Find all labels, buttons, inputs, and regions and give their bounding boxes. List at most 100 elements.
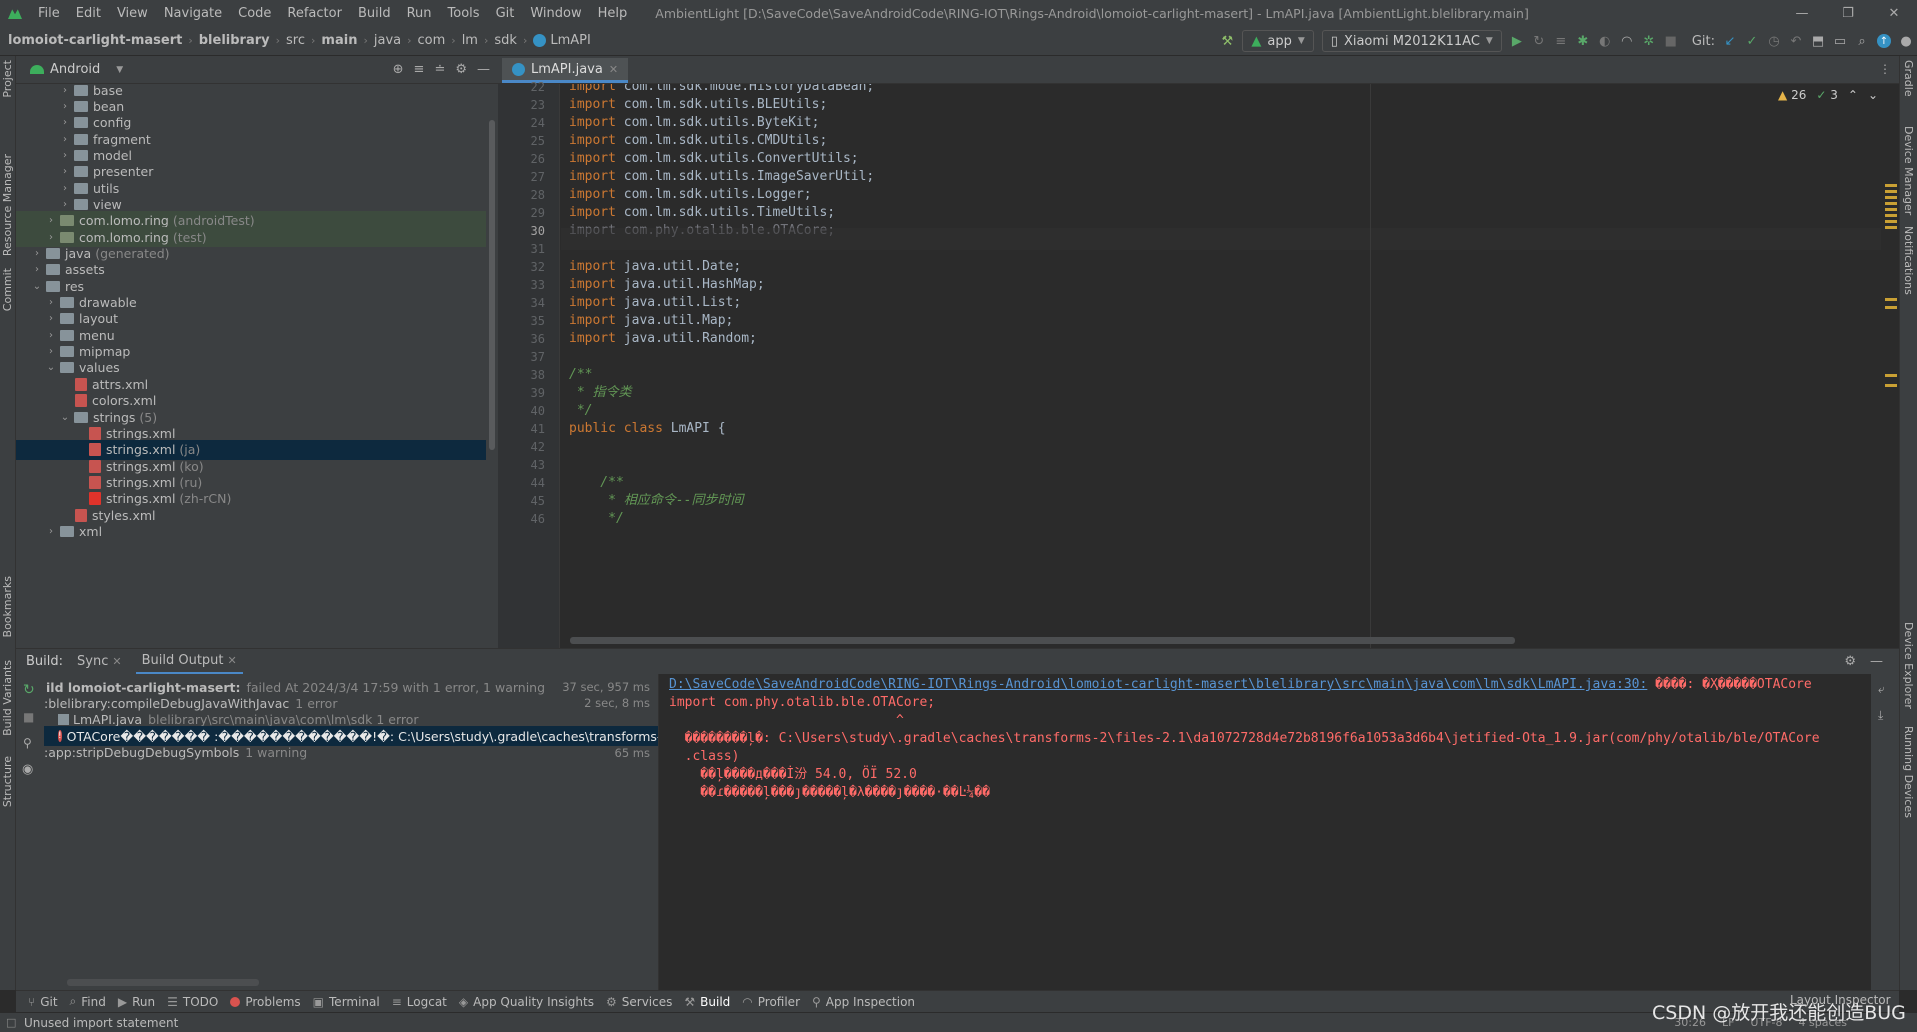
project-tree-scrollbar[interactable] (489, 120, 495, 450)
rerun-build-icon[interactable]: ↻ (23, 682, 35, 698)
run-config-combo[interactable]: ▲ app ▼ (1242, 30, 1314, 52)
tool-tab-services[interactable]: ⚙ Services (606, 995, 672, 1009)
pin-icon[interactable]: ⚲ (23, 736, 32, 750)
chevron-up-icon[interactable]: ⌃ (1848, 88, 1858, 102)
run-icon[interactable]: ▶ (1506, 30, 1528, 52)
sdk-manager-icon[interactable]: ⬒ (1807, 30, 1829, 52)
warning-marker[interactable] (1885, 208, 1897, 211)
profile-icon[interactable]: ◠ (1616, 30, 1638, 52)
warning-marker[interactable] (1885, 226, 1897, 229)
scroll-thumb[interactable] (1885, 58, 1897, 82)
locate-icon[interactable]: ⊕ (393, 62, 404, 77)
chevron-right-icon[interactable]: › (44, 232, 58, 243)
menu-run[interactable]: Run (399, 6, 440, 21)
tool-tab-find[interactable]: ⌕ Find (70, 994, 106, 1009)
tool-tab-git[interactable]: ⑂ Git (28, 995, 58, 1009)
tool-tab-build-variants[interactable]: Build Variants (1, 660, 14, 736)
apply-changes-icon[interactable]: ≡ (1550, 30, 1572, 52)
code-editor[interactable]: import com.lm.sdk.mode.HistoryDataBean; i… (561, 84, 1899, 648)
chevron-right-icon[interactable]: › (58, 117, 72, 128)
coverage-icon[interactable]: ◐ (1594, 30, 1616, 52)
tool-tab-terminal[interactable]: ▣ Terminal (313, 995, 380, 1009)
chevron-right-icon[interactable]: › (58, 199, 72, 210)
warning-marker[interactable] (1885, 214, 1897, 217)
source-link[interactable]: D:\SaveCode\SaveAndroidCode\RING-IOT\Rin… (669, 677, 1647, 692)
warning-marker[interactable] (1885, 184, 1897, 187)
breadcrumb-item[interactable]: sdk (494, 33, 517, 48)
menu-help[interactable]: Help (590, 6, 636, 21)
chevron-down-icon[interactable]: ⌄ (1868, 88, 1878, 102)
editor-horizontal-scrollbar[interactable] (570, 637, 1515, 644)
hammer-icon[interactable]: ⚒ (1216, 30, 1238, 52)
minimize-button[interactable]: — (1779, 0, 1825, 26)
chevron-right-icon[interactable]: › (44, 526, 58, 537)
close-button[interactable]: ✕ (1871, 0, 1917, 26)
search-icon[interactable]: ⌕ (1851, 30, 1873, 52)
expand-all-icon[interactable]: ≡ (414, 62, 425, 77)
menu-view[interactable]: View (109, 6, 156, 21)
menu-navigate[interactable]: Navigate (156, 6, 230, 21)
menu-edit[interactable]: Edit (68, 6, 109, 21)
build-tab-sync[interactable]: Sync ✕ (77, 654, 122, 669)
warning-marker[interactable] (1885, 298, 1897, 301)
chevron-right-icon[interactable]: › (30, 264, 44, 275)
breadcrumb-item[interactable]: main (321, 33, 357, 48)
git-history-icon[interactable]: ◷ (1763, 30, 1785, 52)
breadcrumb-item[interactable]: java (374, 33, 401, 48)
attach-debugger-icon[interactable]: ✲ (1638, 30, 1660, 52)
build-tree-scrollbar[interactable] (67, 979, 259, 986)
menu-window[interactable]: Window (522, 6, 589, 21)
tool-tab-device-explorer[interactable]: Device Explorer (1902, 622, 1915, 709)
chevron-right-icon[interactable]: › (44, 313, 58, 324)
warning-marker[interactable] (1885, 306, 1897, 309)
soft-wrap-icon[interactable]: ⤶ (1878, 682, 1885, 697)
hide-icon[interactable]: — (477, 62, 490, 77)
account-icon[interactable]: ● (1895, 30, 1917, 52)
tool-tab-gradle[interactable]: Gradle (1902, 60, 1915, 97)
chevron-right-icon[interactable]: › (44, 297, 58, 308)
tool-tab-build[interactable]: ⚒ Build (684, 995, 730, 1009)
chevron-right-icon[interactable]: › (44, 215, 58, 226)
chevron-right-icon[interactable]: › (58, 166, 72, 177)
git-rollback-icon[interactable]: ↶ (1785, 30, 1807, 52)
update-icon[interactable]: ↑ (1873, 30, 1895, 52)
warning-marker[interactable] (1885, 220, 1897, 223)
chevron-right-icon[interactable]: › (58, 183, 72, 194)
build-tab-build-output[interactable]: Build Output ✕ (135, 649, 243, 675)
tool-tab-problems[interactable]: Problems (230, 995, 301, 1009)
tool-tab-commit[interactable]: Commit (1, 268, 14, 311)
tool-tab-run[interactable]: ▶ Run (118, 995, 155, 1009)
tool-tab-notifications[interactable]: Notifications (1902, 226, 1915, 295)
breadcrumb-item[interactable]: com (418, 33, 446, 48)
status-toggle-icon[interactable]: □ (6, 1016, 16, 1029)
chevron-down-icon[interactable]: ⌄ (30, 281, 44, 292)
rerun-icon[interactable]: ↻ (1528, 30, 1550, 52)
tool-tab-device-manager[interactable]: Device Manager (1902, 126, 1915, 215)
stop-icon[interactable]: ■ (23, 710, 34, 724)
breadcrumb-item[interactable]: src (286, 33, 305, 48)
warning-marker[interactable] (1885, 190, 1897, 193)
menu-tools[interactable]: Tools (440, 6, 488, 21)
tree-node[interactable]: › xml (16, 521, 486, 541)
tool-tab-bookmarks[interactable]: Bookmarks (1, 576, 14, 637)
gear-icon[interactable]: ⚙ (1844, 654, 1856, 669)
git-commit-icon[interactable]: ✓ (1741, 30, 1763, 52)
breadcrumb-item[interactable]: lomoiot-carlight-masert (8, 33, 182, 48)
menu-refactor[interactable]: Refactor (279, 6, 350, 21)
menu-file[interactable]: File (30, 6, 68, 21)
collapse-all-icon[interactable]: ≐ (434, 62, 445, 77)
tool-tab-app-quality-insights[interactable]: ◈ App Quality Insights (459, 995, 594, 1009)
device-combo[interactable]: ▯ Xiaomi M2012K11AC ▼ (1321, 30, 1502, 52)
menu-code[interactable]: Code (230, 6, 279, 21)
debug-icon[interactable]: ✱ (1572, 30, 1594, 52)
chevron-right-icon[interactable]: › (58, 134, 72, 145)
eye-icon[interactable]: ◉ (22, 762, 33, 777)
scroll-to-end-icon[interactable]: ⤓ (1878, 708, 1883, 723)
warning-marker[interactable] (1885, 202, 1897, 205)
chevron-down-icon[interactable]: ⌄ (58, 412, 72, 423)
chevron-right-icon[interactable]: › (58, 150, 72, 161)
tool-tab-app-inspection[interactable]: ⚲ App Inspection (812, 995, 915, 1009)
tool-tab-logcat[interactable]: ≡ Logcat (392, 995, 447, 1009)
menu-git[interactable]: Git (488, 6, 523, 21)
close-tab-icon[interactable]: ✕ (112, 655, 121, 668)
